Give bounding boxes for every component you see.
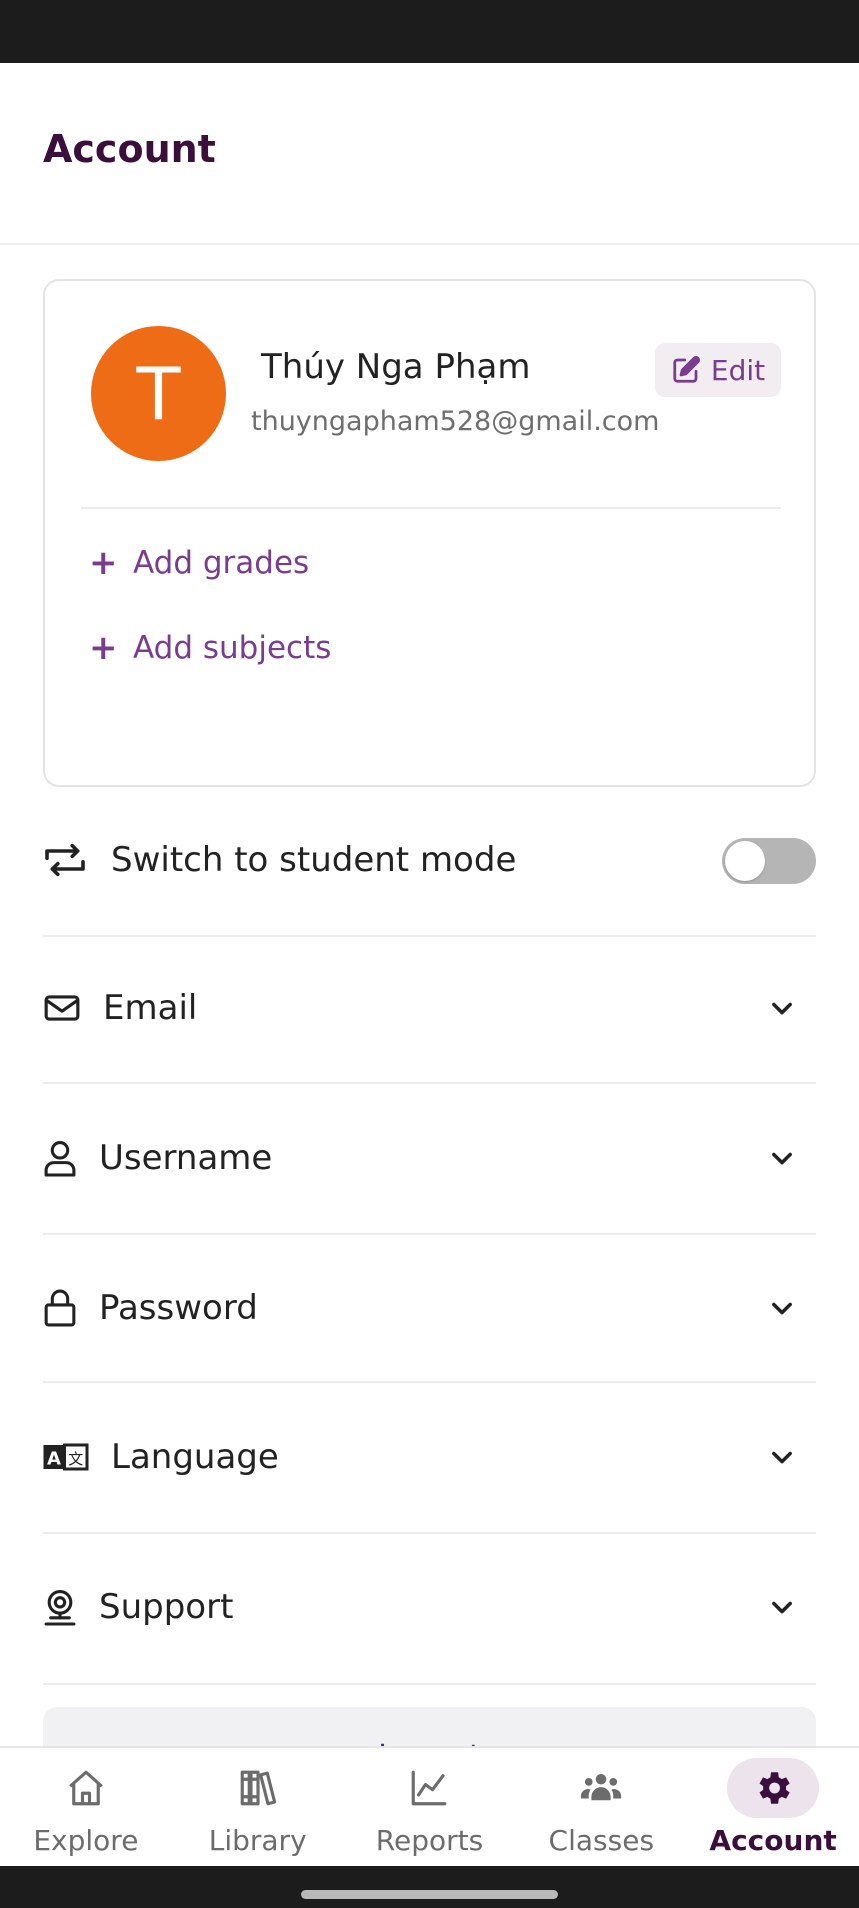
add-grades-link[interactable]: + Add grades [89, 543, 309, 583]
language-label: Language [111, 1437, 279, 1477]
lock-icon [44, 1289, 76, 1327]
password-label: Password [99, 1288, 258, 1328]
email-label: Email [103, 988, 198, 1028]
nav-account[interactable]: Account [687, 1748, 859, 1866]
bottom-nav: Explore Library Reports Classes Account [0, 1746, 859, 1866]
users-icon [581, 1774, 622, 1801]
divider [43, 1082, 816, 1084]
chevron-down-icon [772, 1002, 792, 1015]
card-divider [81, 507, 781, 509]
divider [43, 1532, 816, 1534]
avatar: T [91, 326, 226, 461]
email-section[interactable]: Email [43, 968, 816, 1048]
nav-classes[interactable]: Classes [515, 1748, 687, 1866]
nav-classes-label: Classes [548, 1824, 655, 1857]
plus-icon: + [89, 543, 118, 583]
add-subjects-link[interactable]: + Add subjects [89, 628, 331, 668]
chevron-down-icon [772, 1451, 792, 1464]
language-icon: A 文 [43, 1443, 89, 1471]
nav-explore-label: Explore [33, 1824, 139, 1857]
nav-account-label: Account [709, 1824, 837, 1857]
home-icon [69, 1770, 103, 1806]
avatar-letter: T [136, 351, 181, 436]
add-subjects-label: Add subjects [133, 630, 332, 666]
plus-icon: + [89, 628, 118, 668]
svg-text:文: 文 [68, 1450, 83, 1468]
edit-label: Edit [710, 353, 766, 387]
language-section[interactable]: A 文 Language [43, 1417, 816, 1497]
mail-icon [44, 995, 80, 1021]
nav-reports[interactable]: Reports [344, 1748, 516, 1866]
page-title: Account [43, 127, 216, 171]
edit-icon [673, 355, 700, 383]
library-icon [240, 1770, 276, 1806]
gesture-bar [0, 1866, 859, 1908]
status-bar [0, 0, 859, 63]
nav-explore[interactable]: Explore [0, 1748, 172, 1866]
gear-icon [759, 1772, 790, 1804]
user-email: thuyngapham528@gmail.com [251, 406, 660, 437]
edit-profile-button[interactable]: Edit [655, 343, 781, 397]
add-grades-label: Add grades [133, 545, 310, 581]
home-indicator[interactable] [301, 1890, 558, 1899]
user-name: Thúy Nga Phạm [261, 347, 531, 387]
username-label: Username [99, 1138, 273, 1178]
divider [43, 1381, 816, 1383]
page-header: Account [0, 63, 859, 245]
support-icon [44, 1590, 76, 1626]
username-section[interactable]: Username [43, 1118, 816, 1198]
student-mode-label: Switch to student mode [111, 840, 517, 880]
nav-library-label: Library [208, 1824, 307, 1857]
profile-card: T Thúy Nga Phạm thuyngapham528@gmail.com… [43, 279, 816, 787]
user-icon [44, 1141, 76, 1177]
chevron-down-icon [772, 1152, 792, 1165]
divider [43, 935, 816, 937]
divider [43, 1233, 816, 1235]
chart-line-icon [412, 1770, 447, 1806]
toggle-knob [725, 841, 765, 881]
chevron-down-icon [772, 1302, 792, 1315]
nav-library[interactable]: Library [172, 1748, 344, 1866]
svg-text:A: A [47, 1449, 61, 1470]
chevron-down-icon [772, 1601, 792, 1614]
support-label: Support [99, 1587, 234, 1627]
support-section[interactable]: Support [43, 1567, 816, 1647]
student-mode-toggle[interactable] [722, 838, 816, 884]
divider [43, 1683, 816, 1685]
password-section[interactable]: Password [43, 1268, 816, 1348]
student-mode-row: Switch to student mode [43, 820, 816, 900]
switch-icon [45, 843, 85, 877]
nav-reports-label: Reports [375, 1824, 484, 1857]
